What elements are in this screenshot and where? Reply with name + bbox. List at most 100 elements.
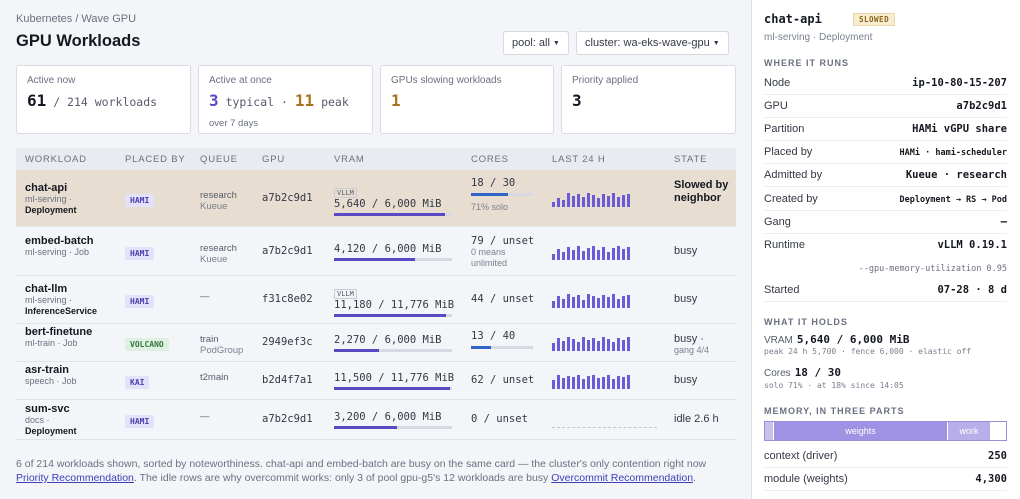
activity-sparkline[interactable] <box>552 290 632 308</box>
state-sub: gang 4/4 <box>674 345 710 355</box>
vram-bar-fill <box>334 258 416 261</box>
activity-sparkline[interactable] <box>552 371 632 389</box>
workload-name[interactable]: sum-svc <box>25 403 120 415</box>
priority-recommendation-link[interactable]: Priority Recommendation <box>16 472 134 484</box>
overcommit-recommendation-link[interactable]: Overcommit Recommendation <box>551 472 693 484</box>
cores-bar-fill <box>471 346 492 349</box>
card-priority[interactable]: Priority applied 3 <box>561 65 736 134</box>
vram-bar <box>334 426 452 429</box>
vram-text: 3,200 / 6,000 MiB <box>334 411 442 423</box>
activity-bar <box>617 338 620 351</box>
table-row[interactable]: chat-api ml-serving · Deployment HAMI re… <box>16 170 736 227</box>
workload-name[interactable]: chat-llm <box>25 283 120 295</box>
queue-kind: PodGroup <box>200 345 244 356</box>
gpu-id[interactable]: 2949ef3c <box>262 336 313 348</box>
activity-bar <box>597 298 600 308</box>
activity-bar <box>612 294 615 308</box>
cores-bar <box>471 193 533 196</box>
col-state[interactable]: STATE <box>674 154 707 165</box>
priority-value: 3 <box>572 91 582 110</box>
pool-filter[interactable]: pool: all ▼ <box>503 31 569 55</box>
state-text: busy · <box>674 333 704 345</box>
col-last-24h[interactable]: LAST 24 H <box>552 154 606 165</box>
activity-sparkline[interactable] <box>552 242 632 260</box>
detail-row: Node ip-10-80-15-207 <box>764 73 1007 95</box>
table-row[interactable]: bert-finetune ml-train · Job VOLCANO tra… <box>16 324 736 362</box>
workload-name[interactable]: asr-train <box>25 364 120 376</box>
table-row[interactable]: asr-train speech · Job KAI t2main b2d4f7… <box>16 362 736 400</box>
detail-subtitle: ml-serving · Deployment <box>764 32 873 43</box>
detail-row: Gang — <box>764 212 1007 234</box>
activity-bar <box>572 250 575 260</box>
activity-bar <box>582 379 585 389</box>
activity-sparkline[interactable] <box>552 410 657 428</box>
main-panel: Kubernetes / Wave GPU GPU Workloads pool… <box>0 0 752 499</box>
workload-cell: chat-llm ml-serving · InferenceService <box>25 283 120 317</box>
queue-name: t2main <box>200 372 229 383</box>
card-slowing[interactable]: GPUs slowing workloads 1 <box>380 65 554 134</box>
activity-bar <box>592 296 595 308</box>
table-row[interactable]: chat-llm ml-serving · InferenceService H… <box>16 276 736 324</box>
gpu-id[interactable]: a7b2c9d1 <box>262 413 313 425</box>
col-vram[interactable]: VRAM <box>334 154 365 165</box>
hold-vram-label: VRAM <box>764 335 793 346</box>
detail-value: vLLM 0.19.1 <box>937 239 1007 251</box>
activity-bar <box>622 340 625 351</box>
cores-note: 71% solo <box>471 202 509 212</box>
activity-bar <box>572 339 575 351</box>
activity-sparkline[interactable] <box>552 189 632 207</box>
activity-bar <box>557 338 560 351</box>
scheduler-badge: HAMI <box>125 295 155 308</box>
table-row[interactable]: sum-svc docs · Deployment HAMI — a7b2c9d… <box>16 400 736 440</box>
activity-bar <box>582 251 585 260</box>
activity-bar <box>597 341 600 351</box>
workload-name[interactable]: chat-api <box>25 182 120 194</box>
activity-bar <box>582 300 585 308</box>
footer-text-3: . <box>693 472 696 484</box>
activity-sparkline[interactable] <box>552 333 632 351</box>
activity-bar <box>567 337 570 351</box>
detail-row-started: Started 07-28 · 8 d <box>764 280 1007 302</box>
detail-value: ip-10-80-15-207 <box>912 77 1007 89</box>
state-cell: idle 2.6 h <box>674 413 719 425</box>
detail-key: GPU <box>764 100 788 112</box>
workload-name[interactable]: embed-batch <box>25 235 120 247</box>
placed-by-cell: HAMI <box>125 192 155 207</box>
activity-bar <box>602 377 605 389</box>
activity-bar <box>627 295 630 308</box>
col-gpu[interactable]: GPU <box>262 154 285 165</box>
col-workload[interactable]: WORKLOAD <box>25 154 87 165</box>
gpu-id[interactable]: f31c8e02 <box>262 293 313 305</box>
workload-cell: embed-batch ml-serving · Job <box>25 235 120 258</box>
state-cell: busy <box>674 245 697 257</box>
hold-cores-sub: solo 71% · at 18% since 14:05 <box>764 381 904 390</box>
gpu-id[interactable]: a7b2c9d1 <box>262 192 313 204</box>
peak-label: peak <box>321 95 349 109</box>
activity-bar <box>567 247 570 260</box>
separator: · <box>280 95 288 109</box>
footer-text-1: 6 of 214 workloads shown, sorted by note… <box>16 458 707 470</box>
table-row[interactable]: embed-batch ml-serving · Job HAMI resear… <box>16 227 736 276</box>
activity-bar <box>572 377 575 389</box>
activity-bar <box>607 339 610 351</box>
queue-cell: research Kueue <box>200 190 237 212</box>
card-active-at-once: Active at once 3 typical · 11 peak over … <box>198 65 373 134</box>
scheduler-badge: HAMI <box>125 194 155 207</box>
workload-name[interactable]: bert-finetune <box>25 326 120 338</box>
activity-bar <box>617 246 620 260</box>
pool-filter-label: pool: all <box>512 37 550 49</box>
activity-bar <box>567 294 570 308</box>
breadcrumb[interactable]: Kubernetes / Wave GPU <box>16 13 136 25</box>
gpu-id[interactable]: a7b2c9d1 <box>262 245 313 257</box>
activity-bar <box>577 246 580 260</box>
col-placed-by[interactable]: PLACED BY <box>125 154 186 165</box>
col-queue[interactable]: QUEUE <box>200 154 238 165</box>
cluster-filter[interactable]: cluster: wa-eks-wave-gpu ▼ <box>576 31 729 55</box>
state-text: Slowed by neighbor <box>674 179 729 204</box>
memory-value: 250 <box>988 450 1007 462</box>
activity-bar <box>627 194 630 207</box>
col-cores[interactable]: CORES <box>471 154 509 165</box>
activity-bar <box>562 378 565 389</box>
gpu-id[interactable]: b2d4f7a1 <box>262 374 313 386</box>
runtime-tag: VLLM <box>334 289 357 299</box>
